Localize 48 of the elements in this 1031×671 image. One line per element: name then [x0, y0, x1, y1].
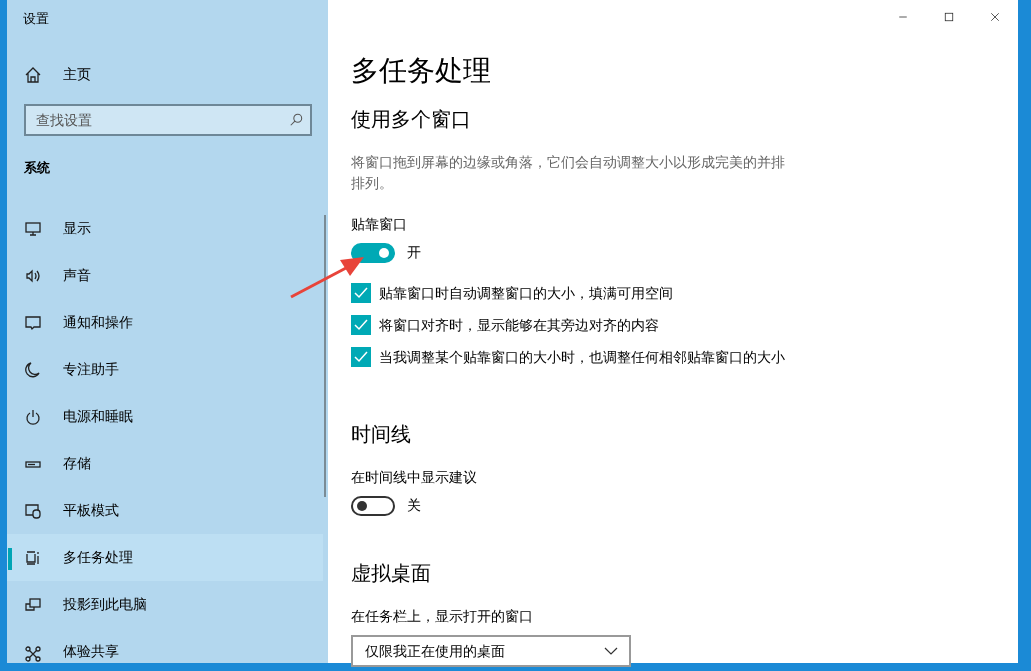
toggle-switch[interactable]: [351, 242, 395, 263]
sidebar-item[interactable]: 专注助手: [7, 346, 323, 393]
checkbox-label: 将窗口对齐时，显示能够在其旁边对齐的内容: [379, 315, 659, 335]
sidebar-item[interactable]: 电源和睡眠: [7, 393, 323, 440]
scrollbar-thumb[interactable]: [324, 215, 326, 497]
section-heading: 虚拟桌面: [351, 560, 432, 587]
sidebar-item[interactable]: 存储: [7, 440, 323, 487]
selection-indicator: [8, 548, 12, 570]
toggle-state: 关: [407, 496, 421, 515]
checkbox[interactable]: [351, 347, 371, 367]
checkbox-label: 贴靠窗口时自动调整窗口的大小，填满可用空间: [379, 283, 673, 303]
section-heading: 使用多个窗口: [351, 106, 472, 133]
maximize-icon: [943, 11, 955, 23]
multitask-icon: [25, 549, 41, 566]
description-text: 将窗口拖到屏幕的边缘或角落，它们会自动调整大小以形成完美的并排排列。: [351, 153, 786, 193]
setting-label: 贴靠窗口: [351, 215, 408, 234]
home-link[interactable]: 主页: [25, 64, 91, 85]
checkbox[interactable]: [351, 315, 371, 335]
page-title: 多任务处理: [351, 53, 492, 89]
sidebar-item[interactable]: 通知和操作: [7, 299, 323, 346]
sidebar-item[interactable]: 体验共享: [7, 628, 323, 663]
close-icon: [989, 11, 1001, 23]
setting-label: 在任务栏上，显示打开的窗口: [351, 607, 534, 626]
moon-icon: [25, 361, 41, 378]
dropdown[interactable]: 仅限我正在使用的桌面: [351, 635, 631, 667]
sidebar-item[interactable]: 显示: [7, 205, 323, 252]
section-heading: 时间线: [351, 421, 412, 448]
toggle-state: 开: [407, 243, 421, 262]
sidebar-item[interactable]: 声音: [7, 252, 323, 299]
checkbox[interactable]: [351, 283, 371, 303]
setting-label: 在时间线中显示建议: [351, 468, 478, 487]
search-field[interactable]: 查找设置: [24, 104, 312, 136]
checkbox-label: 当我调整某个贴靠窗口的大小时，也调整任何相邻贴靠窗口的大小: [379, 347, 785, 367]
sidebar-item[interactable]: 多任务处理: [7, 534, 323, 581]
message-icon: [25, 314, 41, 331]
sidebar-item[interactable]: 投影到此电脑: [7, 581, 323, 628]
toggle-switch[interactable]: [351, 495, 395, 516]
power-icon: [25, 408, 41, 425]
projector-icon: [25, 596, 41, 613]
speaker-icon: [25, 267, 41, 284]
sidebar-item[interactable]: 平板模式: [7, 487, 323, 534]
network-icon: [25, 646, 41, 662]
home-icon: [25, 66, 41, 83]
window-title: 设置: [23, 10, 49, 28]
section-heading: 系统: [24, 159, 50, 177]
search-icon: [289, 113, 303, 127]
tablet-icon: [25, 502, 41, 519]
monitor-icon: [25, 220, 41, 237]
